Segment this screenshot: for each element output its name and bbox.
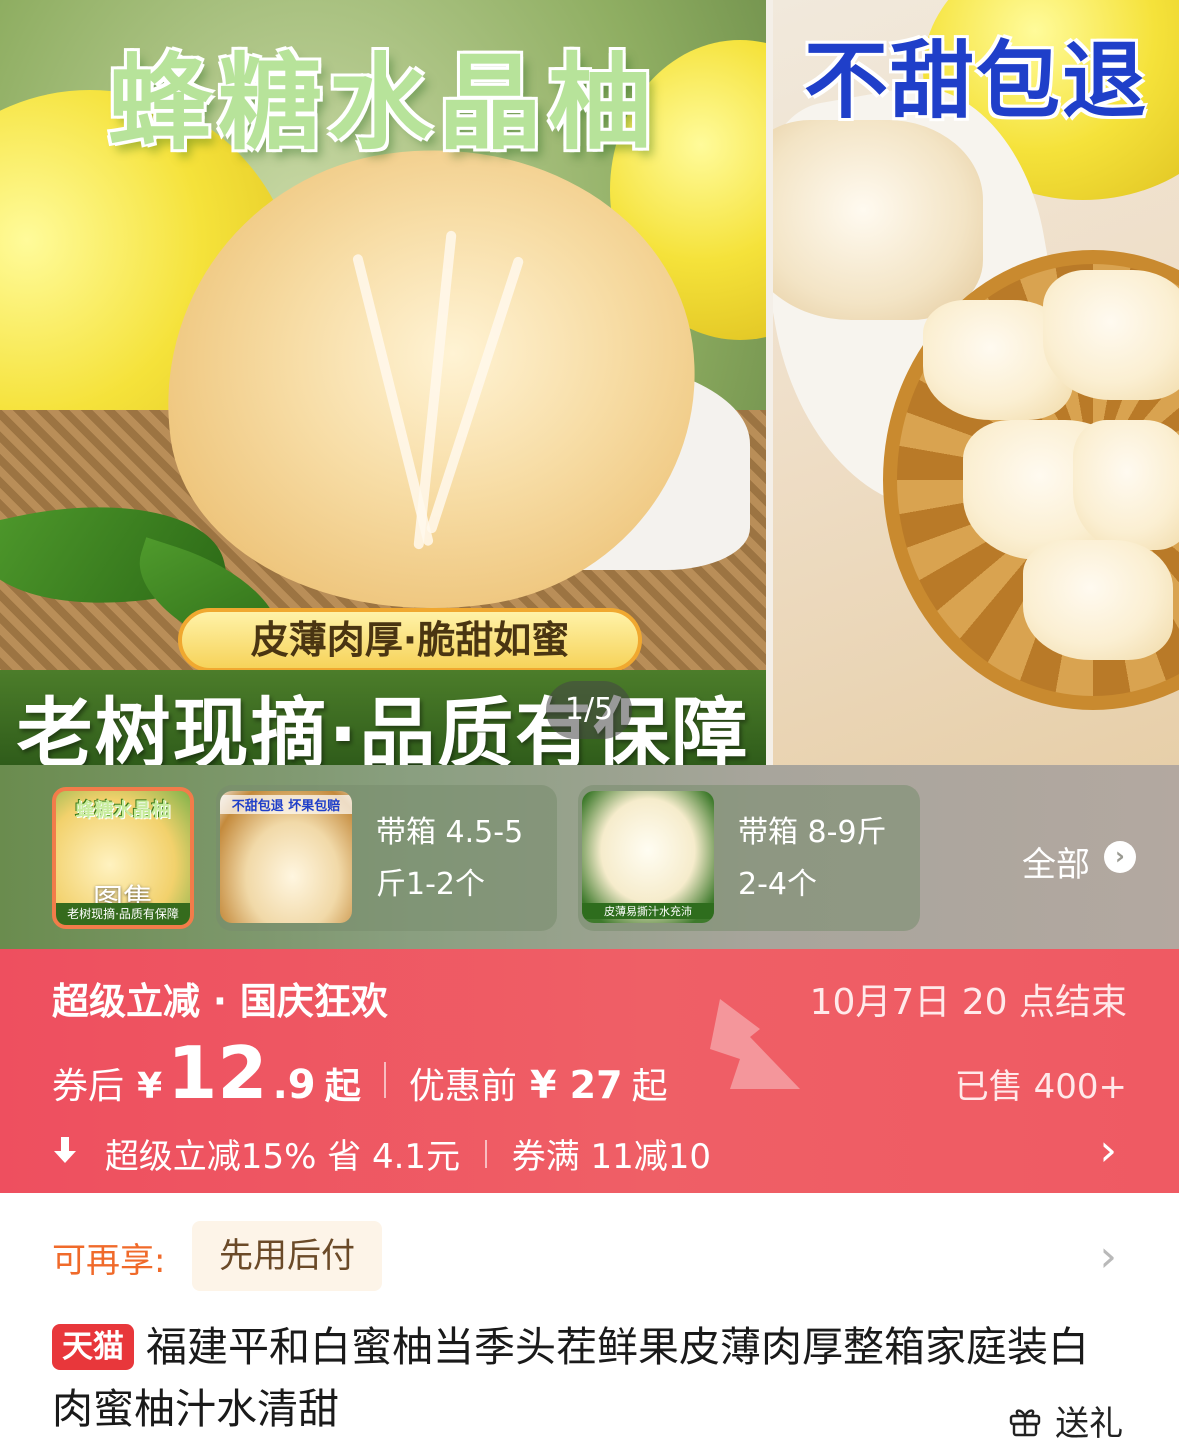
gift-icon	[1009, 1408, 1041, 1436]
variant-option-1-image: 不甜包退 坏果包赔	[220, 791, 352, 923]
variant-option-2-image-tag: 皮薄易撕汁水充沛	[582, 903, 714, 919]
chunk-2	[1043, 270, 1179, 400]
chevron-right-icon[interactable]: ›	[1099, 1231, 1117, 1282]
all-variants-link[interactable]: 全部	[1022, 837, 1090, 886]
variant-option-2[interactable]: 皮薄易撕汁水充沛 带箱 8-9斤2-4个	[578, 785, 920, 931]
coupon-text: 券满 11减10	[511, 1137, 712, 1177]
price-before-suffix: 起	[631, 1066, 668, 1107]
price-suffix: 起	[324, 1066, 361, 1107]
discount-row[interactable]: 超级立减15% 省 4.1元 券满 11减10	[52, 1129, 711, 1178]
price-integer: 12	[167, 1031, 268, 1115]
variant-option-1[interactable]: 不甜包退 坏果包赔 带箱 4.5-5斤1-2个	[216, 785, 557, 931]
chunk-5	[1023, 540, 1173, 660]
chevron-right-circle-icon[interactable]: ›	[1104, 841, 1136, 873]
promo-title: 超级立减 · 国庆狂欢	[52, 980, 388, 1023]
pay-later-row[interactable]: 可再享: 先用后付 ›	[0, 1193, 1179, 1308]
discount-divider	[484, 1139, 487, 1168]
slide1-banner-text: 老树现摘·品质有保障	[16, 689, 750, 765]
gallery-counter: 1/5	[546, 681, 632, 739]
sold-count: 已售 400+	[954, 1067, 1127, 1107]
promo-end-time: 10月7日 20 点结束	[809, 982, 1127, 1023]
slide2-title: 不甜包退	[803, 32, 1148, 130]
promo-banner[interactable]: 超级立减 · 国庆狂欢 10月7日 20 点结束 券后 ¥ 12 .9 起 优惠…	[0, 949, 1179, 1193]
slide1-title: 蜂糖水晶柚	[107, 42, 658, 164]
slide1-pill: 皮薄肉厚·脆甜如蜜	[178, 608, 642, 672]
pay-later-chip[interactable]: 先用后付	[192, 1221, 382, 1291]
gallery-thumb-title: 蜂糖水晶柚	[75, 799, 171, 821]
product-detail-page: 蜂糖水晶柚 皮薄肉厚·脆甜如蜜 老树现摘·品质有保障 1/5 不甜包退 蜂糖水晶…	[0, 0, 1179, 1447]
variant-option-1-image-tag: 不甜包退 坏果包赔	[220, 795, 352, 814]
gallery-slide-2[interactable]: 不甜包退	[773, 0, 1179, 765]
gallery-thumb[interactable]: 蜂糖水晶柚 图集 老树现摘·品质有保障	[52, 787, 194, 929]
gift-button[interactable]: 送礼	[1008, 1396, 1123, 1444]
gallery-thumb-footer: 老树现摘·品质有保障	[56, 903, 190, 925]
gallery-slide-1[interactable]: 蜂糖水晶柚 皮薄肉厚·脆甜如蜜 老树现摘·品质有保障 1/5	[0, 0, 766, 765]
price-before-value: ¥ 27	[530, 1063, 623, 1107]
price-row: 券后 ¥ 12 .9 起 优惠前 ¥ 27 起	[52, 1031, 668, 1115]
variant-option-1-label: 带箱 4.5-5斤1-2个	[376, 815, 524, 902]
gift-label: 送礼	[1055, 1404, 1124, 1444]
tmall-badge: 天猫	[52, 1324, 134, 1370]
image-gallery[interactable]: 蜂糖水晶柚 皮薄肉厚·脆甜如蜜 老树现摘·品质有保障 1/5 不甜包退	[0, 0, 1179, 765]
price-currency: ¥	[137, 1066, 163, 1107]
chunk-4	[1073, 420, 1179, 550]
price-before-label: 优惠前	[408, 1066, 517, 1107]
discount-text: 超级立减15% 省 4.1元	[104, 1137, 461, 1177]
variant-option-2-image: 皮薄易撕汁水充沛	[582, 791, 714, 923]
gallery-divider	[766, 0, 773, 765]
down-arrow-icon	[52, 1134, 82, 1174]
product-title: 福建平和白蜜柚当季头茬鲜果皮薄肉厚整箱家庭装白肉蜜柚汁水清甜	[52, 1323, 1089, 1433]
price-decimal: .9	[272, 1062, 316, 1108]
down-arrow-decoration-icon	[710, 999, 800, 1089]
price-divider	[383, 1062, 386, 1098]
pay-later-label: 可再享:	[52, 1241, 166, 1281]
variant-selector: 蜂糖水晶柚 图集 老树现摘·品质有保障 不甜包退 坏果包赔 带箱 4.5-5斤1…	[0, 765, 1179, 949]
chevron-right-icon[interactable]: ›	[1099, 1125, 1117, 1176]
variant-option-2-label: 带箱 8-9斤2-4个	[738, 815, 887, 902]
price-after-label: 券后	[52, 1066, 125, 1107]
flesh-chunk-big	[773, 120, 983, 320]
